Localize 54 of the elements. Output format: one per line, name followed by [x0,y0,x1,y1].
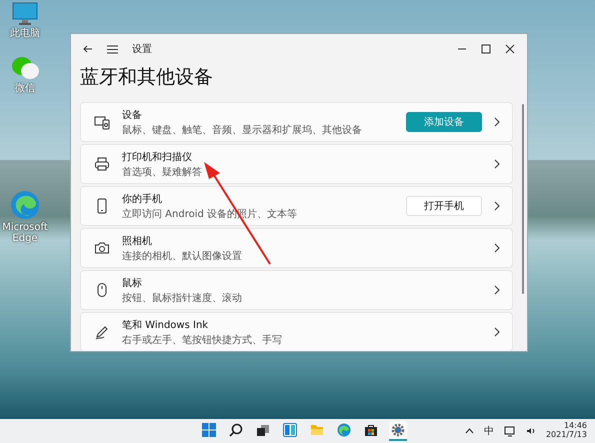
search-icon [229,423,243,437]
shortcut-label: Microsoft Edge [2,222,48,244]
clock-time[interactable]: 14:46 [564,422,587,431]
settings-row[interactable]: 设备 鼠标、键盘、触笔、音频、显示器和扩展坞、其他设备 添加设备 [80,102,513,142]
keyboard-speaker-icon [94,114,110,130]
clock-date[interactable]: 2021/7/13 [546,431,587,440]
scrollbar[interactable] [522,104,524,294]
network-icon[interactable] [504,426,516,436]
row-title: 笔和 Windows Ink [122,318,210,332]
open-phone-button[interactable]: 打开手机 [406,196,482,216]
wave-logo-icon [337,423,351,437]
chevron-right-icon [494,159,500,169]
printer-icon [94,156,110,172]
row-title: 鼠标 [122,276,143,290]
pen-icon [94,324,110,340]
row-description: 按钮、鼠标指针速度、滚动 [122,292,243,304]
monitor-icon [12,2,38,26]
input-method-indicator[interactable]: 中 [484,424,494,438]
close-icon[interactable] [505,44,515,54]
chevron-right-icon [494,285,500,295]
shortcut-label: 此电脑 [10,28,40,39]
task-view-icon [256,423,270,437]
camera-icon [94,240,110,256]
widgets-icon [283,423,297,437]
back-arrow-icon[interactable] [83,44,93,54]
settings-icon [391,423,405,437]
chat-bubbles-icon [10,55,40,81]
row-description: 连接的相机、默认图像设置 [122,250,243,262]
row-title: 设备 [122,108,143,122]
shopping-bag-icon [364,423,378,437]
chevron-right-icon [494,117,500,127]
settings-row[interactable]: 照相机 连接的相机、默认图像设置 [80,228,513,268]
settings-row[interactable]: 鼠标 按钮、鼠标指针速度、滚动 [80,270,513,310]
row-description: 鼠标、键盘、触笔、音频、显示器和扩展坞、其他设备 [122,124,363,136]
chevron-right-icon [494,201,500,211]
menu-icon[interactable] [107,44,118,54]
caret-up-icon[interactable] [464,428,474,434]
maximize-icon[interactable] [481,44,491,54]
row-description: 首选项、疑难解答 [122,166,203,178]
shortcut-label: 微信 [15,83,35,94]
row-title: 照相机 [122,234,153,248]
row-title: 你的手机 [122,192,163,206]
windows-logo-icon [202,423,216,437]
window-title: 设置 [132,42,152,56]
wave-logo-icon [10,190,40,220]
row-title: 打印机和扫描仪 [122,150,193,164]
row-description: 右手或左手、笔按钮快捷方式、手写 [122,334,283,346]
speaker-icon[interactable] [526,426,536,436]
page-heading: 蓝牙和其他设备 [80,65,214,90]
chevron-right-icon [494,243,500,253]
settings-row[interactable]: 打印机和扫描仪 首选项、疑难解答 [80,144,513,184]
chevron-right-icon [494,327,500,337]
folder-icon [310,423,324,437]
settings-row[interactable]: 笔和 Windows Ink 右手或左手、笔按钮快捷方式、手写 [80,312,513,351]
